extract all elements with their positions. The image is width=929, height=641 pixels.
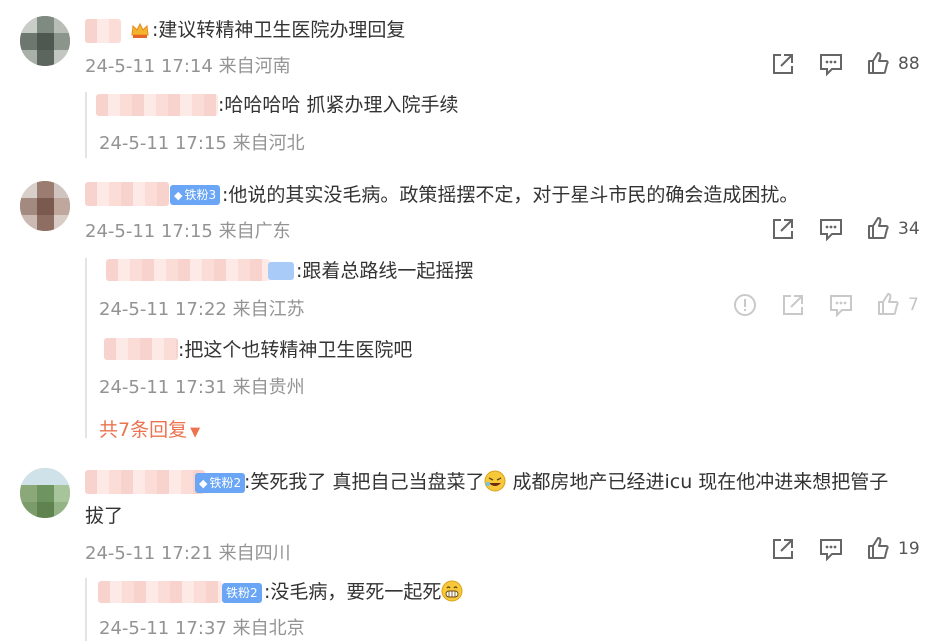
comment-icon[interactable] (817, 535, 845, 563)
comment-text-line2: 拔了 (85, 505, 124, 527)
comment-location: 来自河南 (218, 56, 291, 77)
share-icon[interactable] (779, 291, 807, 319)
username[interactable] (85, 182, 169, 206)
share-icon[interactable] (769, 535, 797, 563)
reply-username[interactable] (104, 338, 178, 360)
like-icon[interactable] (874, 290, 902, 318)
reply-divider (85, 92, 87, 158)
comment-icon[interactable] (817, 50, 845, 78)
reply-meta: 24-5-11 17:22 来自江苏 (99, 295, 305, 321)
grinning-emoji-icon (441, 580, 463, 602)
reply-meta: 24-5-11 17:31 来自贵州 (99, 373, 305, 399)
reply-text: :跟着总路线一起摇摆 (296, 260, 474, 282)
reply-time: 24-5-11 17:22 (99, 299, 227, 320)
diamond-icon: ◆ (199, 477, 208, 490)
reply-text: :没毛病，要死一起死 (264, 579, 463, 605)
fan-badge: ◆ 铁粉3 (170, 185, 221, 205)
like-count: 88 (898, 54, 920, 74)
avatar[interactable] (20, 181, 70, 231)
comment-icon[interactable] (827, 291, 855, 319)
like-count: 19 (898, 539, 920, 559)
avatar[interactable] (20, 16, 70, 66)
comment-location: 来自四川 (218, 543, 291, 564)
reply-divider (85, 578, 87, 641)
reply-location: 来自河北 (232, 133, 305, 154)
comment-time: 24-5-11 17:14 (85, 56, 213, 77)
reply-meta: 24-5-11 17:37 来自北京 (99, 614, 305, 640)
reply-meta: 24-5-11 17:15 来自河北 (99, 129, 305, 155)
laughing-emoji-icon (484, 470, 506, 492)
more-replies-link[interactable]: 共7条回复 ▼ (99, 415, 200, 442)
caret-down-icon: ▼ (190, 425, 201, 440)
report-icon[interactable] (731, 291, 759, 319)
reply-text: :把这个也转精神卫生医院吧 (178, 339, 413, 361)
diamond-icon: ◆ (174, 189, 183, 202)
reply-username[interactable] (106, 259, 270, 281)
username[interactable] (85, 470, 205, 494)
like-count: 34 (898, 219, 920, 239)
reply-time: 24-5-11 17:15 (99, 133, 227, 154)
share-icon[interactable] (769, 215, 797, 243)
crown-icon (130, 20, 150, 40)
reply-text: :哈哈哈哈 抓紧办理入院手续 (218, 94, 459, 116)
like-icon[interactable] (864, 49, 892, 77)
like-count: 7 (908, 295, 919, 315)
reply-username[interactable] (96, 94, 218, 116)
reply-time: 24-5-11 17:37 (99, 618, 227, 639)
comment-icon[interactable] (817, 215, 845, 243)
comment-text: :建议转精神卫生医院办理回复 (152, 19, 406, 41)
comment-meta: 24-5-11 17:21 来自四川 (85, 539, 291, 565)
like-icon[interactable] (864, 534, 892, 562)
comment-text: :他说的其实没毛病。政策摇摆不定，对于星斗市民的确会造成困扰。 (222, 184, 799, 206)
like-icon[interactable] (864, 214, 892, 242)
reply-time: 24-5-11 17:31 (99, 377, 227, 398)
share-icon[interactable] (769, 50, 797, 78)
comment-meta: 24-5-11 17:14 来自河南 (85, 52, 291, 78)
comment-text: :笑死我了 真把自己当盘菜了 成都房地产已经进icu 现在他冲进来想把管子 (244, 470, 889, 493)
username[interactable] (85, 19, 121, 43)
comment-location: 来自广东 (218, 221, 291, 242)
reply-username[interactable] (98, 581, 222, 603)
fan-badge: ◆ 铁粉2 (195, 473, 246, 493)
comment-meta: 24-5-11 17:15 来自广东 (85, 217, 291, 243)
reply-location: 来自北京 (232, 618, 305, 639)
reply-location: 来自江苏 (232, 299, 305, 320)
comment-time: 24-5-11 17:21 (85, 543, 213, 564)
avatar[interactable] (20, 468, 70, 518)
reply-divider (85, 258, 87, 438)
comment-time: 24-5-11 17:15 (85, 221, 213, 242)
reply-location: 来自贵州 (232, 377, 305, 398)
fan-badge (268, 262, 294, 280)
fan-badge: 铁粉2 (222, 583, 262, 603)
